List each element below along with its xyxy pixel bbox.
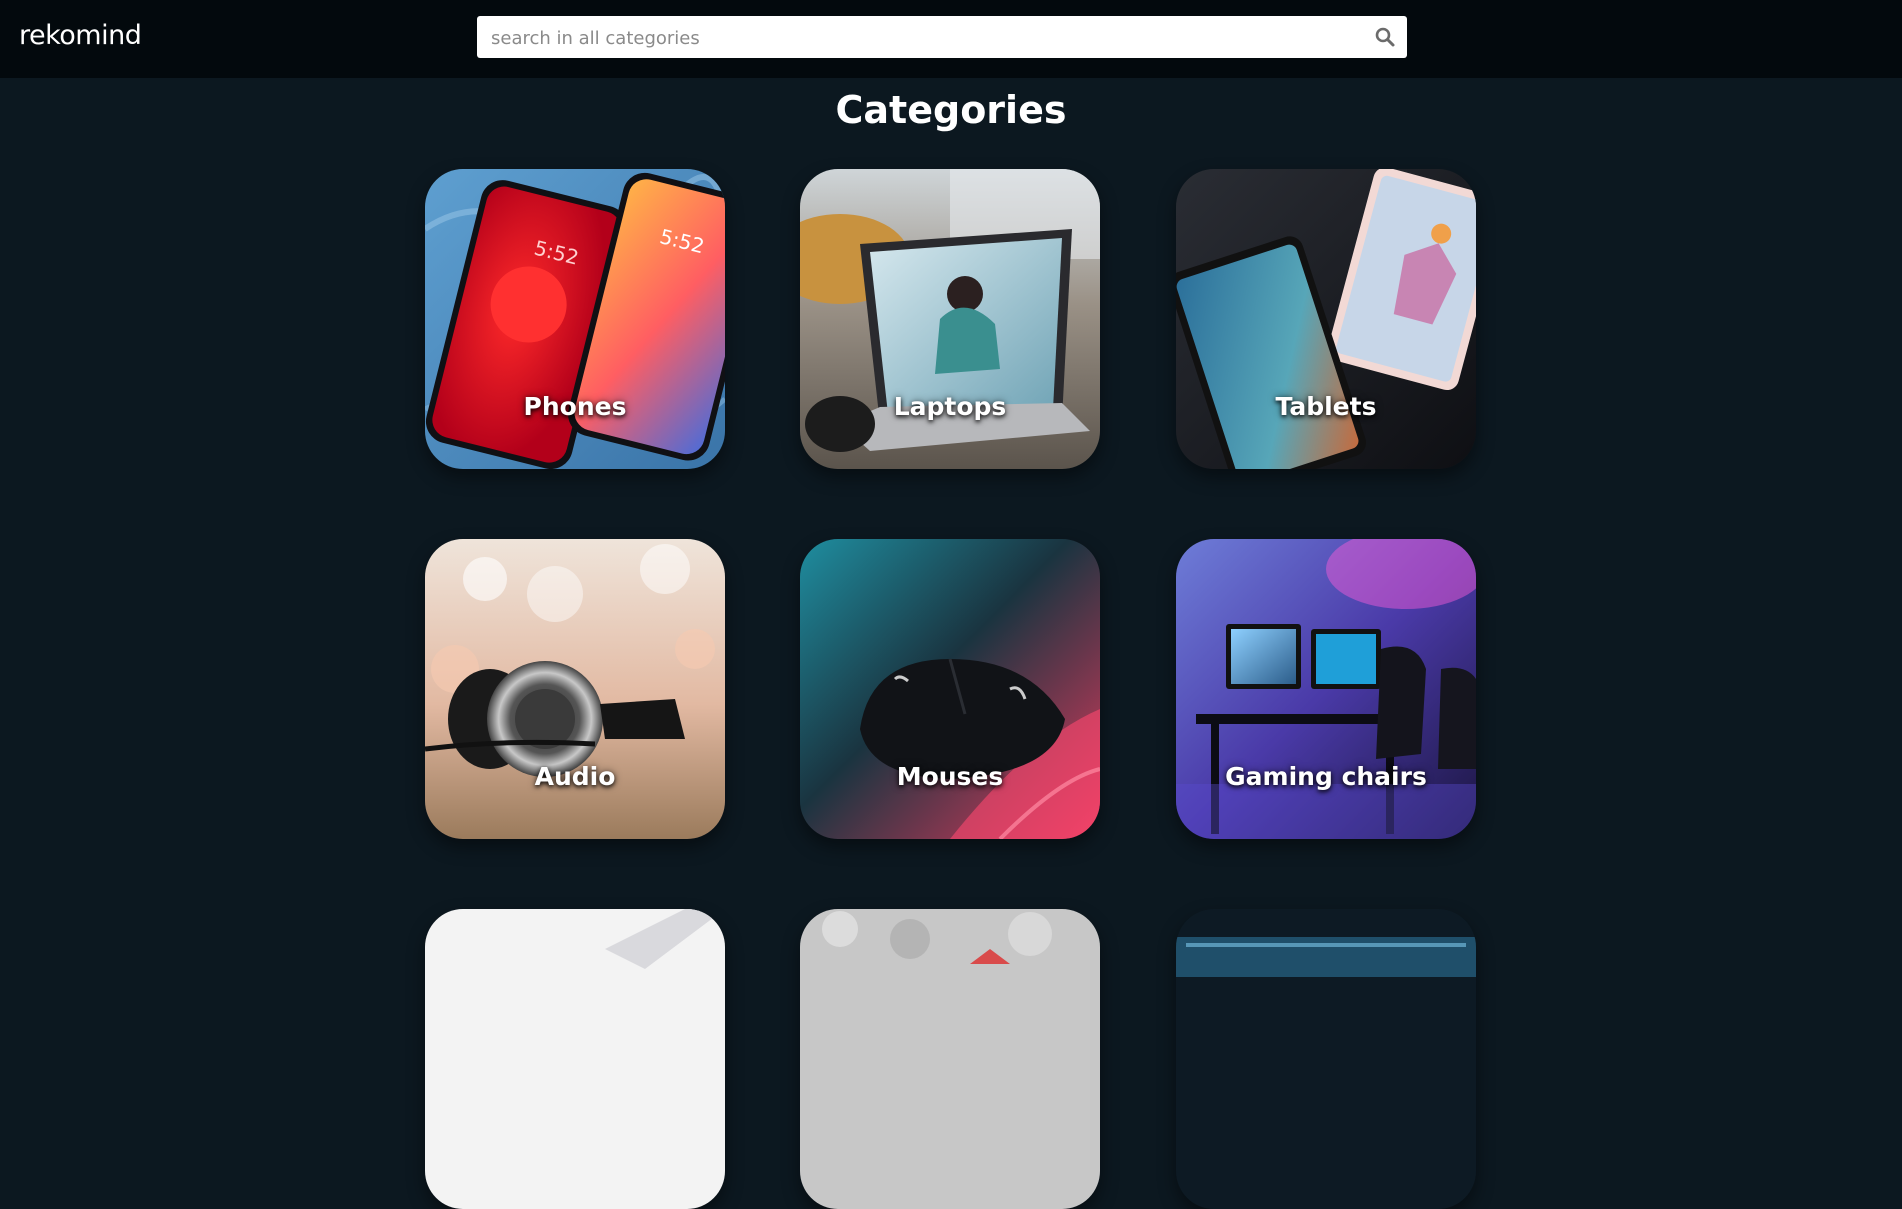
category-tile-audio[interactable]: Audio xyxy=(425,539,725,839)
phones-image: 5:52 5:52 xyxy=(425,169,725,469)
category-tile-phones[interactable]: 5:52 5:52 Phones xyxy=(425,169,725,469)
laptops-image xyxy=(800,169,1100,469)
category-label: Mouses xyxy=(896,762,1004,791)
top-bar: rekomind xyxy=(0,0,1902,78)
category-tile-gaming-chairs[interactable]: Gaming chairs xyxy=(1176,539,1476,839)
partial-image-3 xyxy=(1176,909,1476,1209)
search-box xyxy=(477,16,1407,60)
category-tile-partial-1[interactable] xyxy=(425,909,725,1209)
category-tile-tablets[interactable]: Tablets xyxy=(1176,169,1476,469)
search-button[interactable] xyxy=(1373,25,1397,49)
search-input[interactable] xyxy=(489,16,1353,60)
category-tile-partial-3[interactable] xyxy=(1176,909,1476,1209)
category-label: Audio xyxy=(534,762,616,791)
category-label: Laptops xyxy=(893,392,1007,421)
category-tile-laptops[interactable]: Laptops xyxy=(800,169,1100,469)
category-tile-partial-2[interactable] xyxy=(800,909,1100,1209)
partial-image-2 xyxy=(800,909,1100,1209)
partial-image-1 xyxy=(425,909,725,1209)
search-icon xyxy=(1375,27,1395,47)
category-label: Phones xyxy=(523,392,627,421)
tablets-image xyxy=(1176,169,1476,469)
category-label: Tablets xyxy=(1275,392,1377,421)
gaming-chairs-image xyxy=(1176,539,1476,839)
category-label: Gaming chairs xyxy=(1225,762,1427,791)
page-title: Categories xyxy=(835,88,1067,132)
audio-image xyxy=(425,539,725,839)
mouses-image xyxy=(800,539,1100,839)
category-tile-mouses[interactable]: Mouses xyxy=(800,539,1100,839)
logo[interactable]: rekomind xyxy=(19,20,142,51)
